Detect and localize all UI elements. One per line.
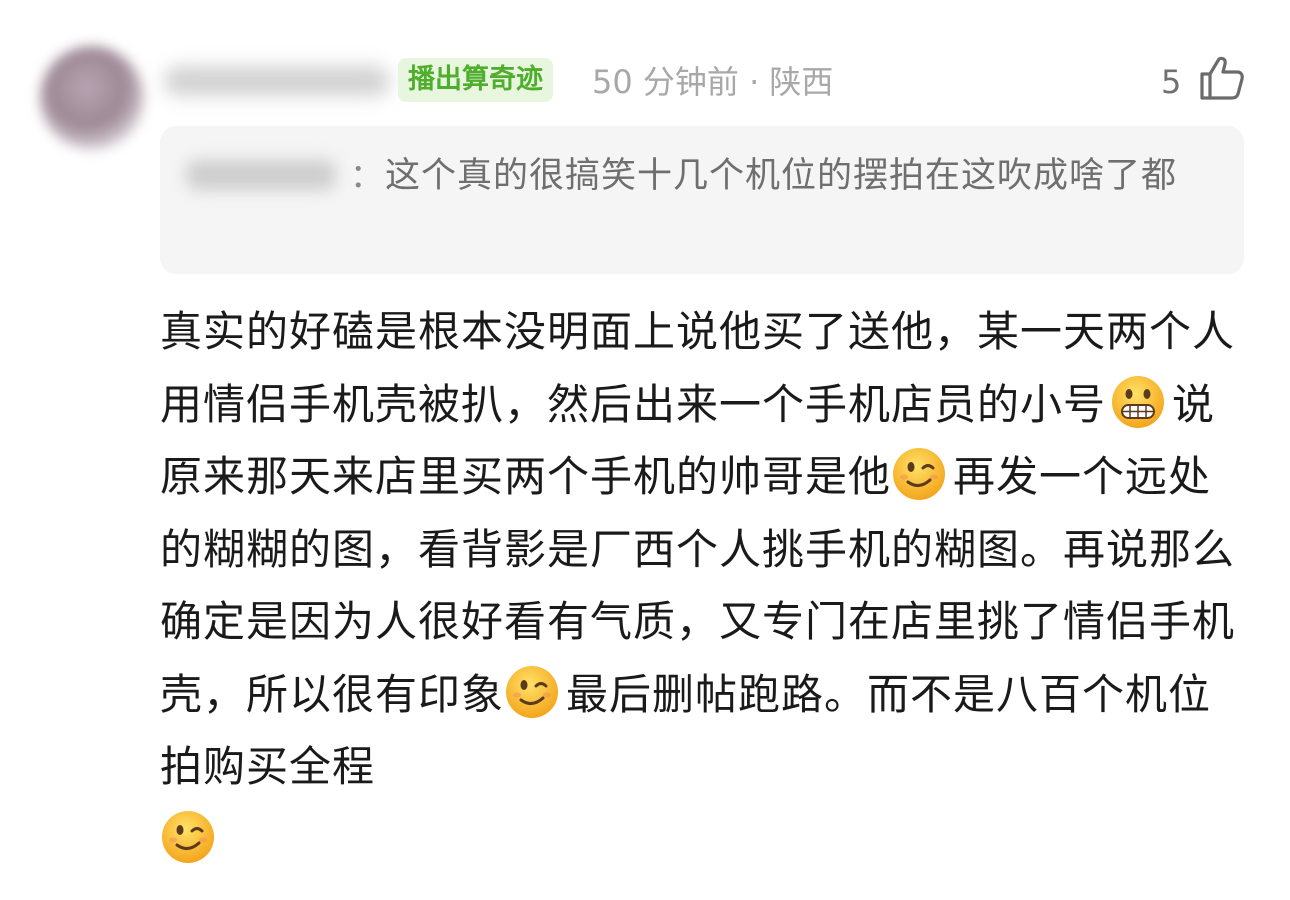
grimacing-face-icon xyxy=(1112,375,1165,428)
like-count: 5 xyxy=(1161,63,1182,101)
user-badge: 播出算奇迹 xyxy=(398,58,553,102)
comment-item: 播出算奇迹 50 分钟前 · 陕西 5 ： 这个真的很搞笑十几个机位的摆拍在这吹… xyxy=(0,0,1290,900)
username-blurred[interactable] xyxy=(164,66,390,96)
winking-face-icon xyxy=(893,448,946,500)
quoted-reply[interactable]: ： 这个真的很搞笑十几个机位的摆拍在这吹成啥了都 xyxy=(160,126,1244,274)
comment-body-segment: 真实的好磕是根本没明面上说他买了送他，某一天两个人用情侣手机壳被扒，然后出来一个… xyxy=(160,307,1236,429)
comment-meta: 50 分钟前 · 陕西 xyxy=(592,63,834,101)
thumbs-up-icon[interactable] xyxy=(1198,54,1246,102)
winking-face-icon xyxy=(506,665,559,718)
comment-body: 真实的好磕是根本没明面上说他买了送他，某一天两个人用情侣手机壳被扒，然后出来一个… xyxy=(160,296,1240,876)
winking-face-icon xyxy=(162,810,214,863)
quoted-text: 这个真的很搞笑十几个机位的摆拍在这吹成啥了都 xyxy=(385,156,1178,196)
avatar[interactable] xyxy=(40,46,144,150)
